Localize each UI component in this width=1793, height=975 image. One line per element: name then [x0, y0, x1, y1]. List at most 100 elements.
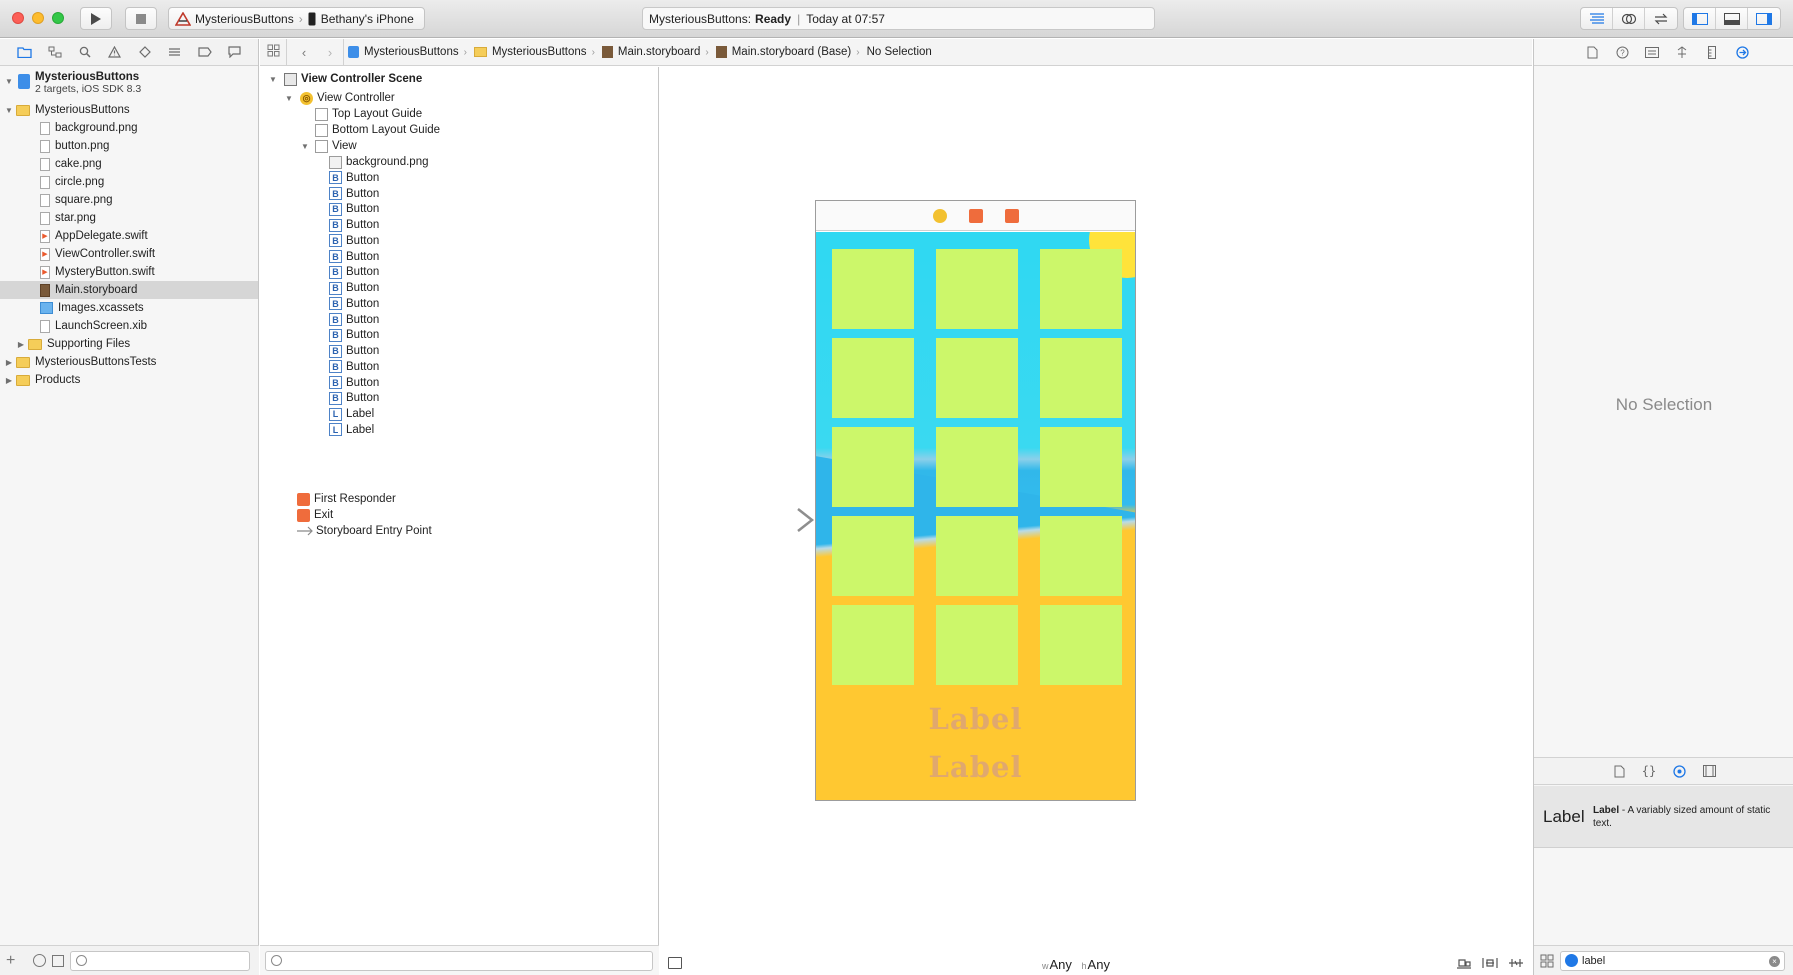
mystery-button-tile[interactable]	[1040, 338, 1122, 418]
mystery-button-tile[interactable]	[832, 427, 914, 507]
assistant-editor-button[interactable]	[1613, 8, 1645, 29]
related-items-icon[interactable]	[260, 44, 286, 60]
size-inspector-tab[interactable]	[1704, 44, 1720, 60]
project-root-row[interactable]: ▼ MysteriousButtons 2 targets, iOS SDK 8…	[0, 69, 258, 101]
navigator-item[interactable]: square.png	[0, 191, 258, 209]
exit-icon[interactable]	[1004, 208, 1019, 223]
issue-navigator-tab[interactable]	[106, 44, 123, 61]
outline-entry-point-row[interactable]: Storyboard Entry Point	[297, 522, 432, 540]
navigator-item[interactable]: ▼ MysteriousButtons	[0, 101, 258, 119]
mystery-button-tile[interactable]	[832, 605, 914, 685]
mystery-button-tile[interactable]	[936, 605, 1018, 685]
iphone-view[interactable]: Label Label	[816, 232, 1135, 800]
outline-toggle-icon[interactable]	[668, 957, 682, 969]
scheme-selector[interactable]: MysteriousButtons › Bethany's iPhone	[168, 7, 425, 30]
toggle-utilities-button[interactable]	[1748, 8, 1780, 29]
grid-view-icon[interactable]	[1540, 954, 1554, 968]
navigator-item[interactable]: circle.png	[0, 173, 258, 191]
add-icon[interactable]: +	[6, 952, 15, 970]
find-navigator-tab[interactable]	[76, 44, 93, 61]
outline-scene-row[interactable]: ▼ View Controller Scene	[268, 70, 422, 88]
library-item-label[interactable]: Label Label - A variably sized amount of…	[1534, 786, 1793, 848]
navigator-item[interactable]: cake.png	[0, 155, 258, 173]
attributes-inspector-tab[interactable]	[1674, 44, 1690, 60]
forward-arrow-icon[interactable]: ›	[317, 45, 343, 60]
mystery-button-tile[interactable]	[832, 516, 914, 596]
media-library-tab[interactable]	[1701, 763, 1717, 779]
navigator-item[interactable]: ▶ Supporting Files	[0, 335, 258, 353]
mystery-button-tile[interactable]	[832, 249, 914, 329]
navigator-item[interactable]: LaunchScreen.xib	[0, 317, 258, 335]
align-icon[interactable]	[1456, 957, 1472, 969]
resolve-issues-icon[interactable]	[1508, 957, 1524, 969]
disclosure-open-icon[interactable]: ▼	[4, 106, 14, 115]
clear-search-icon[interactable]: ×	[1769, 955, 1780, 967]
navigator-item[interactable]: Images.xcassets	[0, 299, 258, 317]
navigator-item[interactable]: ▶ MysteryButton.swift	[0, 263, 258, 281]
run-button[interactable]	[80, 7, 112, 30]
storyboard-entry-arrow[interactable]	[720, 507, 815, 533]
disclosure-open-icon[interactable]: ▼	[284, 94, 294, 103]
navigator-item[interactable]: ▶ MysteriousButtonsTests	[0, 353, 258, 371]
object-library-tab[interactable]	[1671, 763, 1687, 779]
disclosure-open-icon[interactable]: ▼	[300, 142, 310, 151]
mystery-button-tile[interactable]	[1040, 249, 1122, 329]
mystery-button-tile[interactable]	[936, 516, 1018, 596]
quick-help-tab[interactable]: ?	[1614, 44, 1630, 60]
source-control-filter-icon[interactable]	[52, 954, 65, 967]
breadcrumb-localization[interactable]: Main.storyboard (Base) ›	[715, 46, 867, 58]
storyboard-label-1[interactable]: Label	[816, 702, 1135, 736]
disclosure-closed-icon[interactable]: ▶	[16, 340, 26, 349]
file-template-library-tab[interactable]	[1611, 763, 1627, 779]
navigator-item[interactable]: ▶ Products	[0, 371, 258, 389]
code-snippet-library-tab[interactable]: {}	[1641, 763, 1657, 779]
navigator-item[interactable]: button.png	[0, 137, 258, 155]
breadcrumb-file[interactable]: Main.storyboard ›	[601, 46, 716, 58]
mystery-button-tile[interactable]	[832, 338, 914, 418]
recent-files-icon[interactable]	[33, 954, 47, 967]
toggle-navigator-button[interactable]	[1684, 8, 1716, 29]
navigator-item[interactable]: background.png	[0, 119, 258, 137]
breadcrumb-selection[interactable]: No Selection	[867, 46, 932, 58]
disclosure-closed-icon[interactable]: ▶	[4, 358, 14, 367]
breadcrumb-group[interactable]: MysteriousButtons ›	[473, 46, 602, 58]
close-window-button[interactable]	[12, 12, 24, 24]
library-search-input[interactable]: label ×	[1560, 950, 1785, 971]
navigator-item[interactable]: ▶ ViewController.swift	[0, 245, 258, 263]
debug-navigator-tab[interactable]	[166, 44, 183, 61]
file-inspector-tab[interactable]	[1584, 44, 1600, 60]
navigator-filter-input[interactable]	[70, 950, 251, 971]
connections-inspector-tab[interactable]	[1734, 44, 1750, 60]
stop-button[interactable]	[125, 7, 157, 30]
zoom-window-button[interactable]	[52, 12, 64, 24]
mystery-button-tile[interactable]	[936, 249, 1018, 329]
first-responder-icon[interactable]	[968, 208, 983, 223]
mystery-button-tile[interactable]	[1040, 516, 1122, 596]
report-navigator-tab[interactable]	[226, 44, 243, 61]
view-controller-scene[interactable]: Label Label	[815, 200, 1136, 801]
navigator-item[interactable]: ▶ AppDelegate.swift	[0, 227, 258, 245]
disclosure-open-icon[interactable]: ▼	[4, 77, 14, 86]
outline-filter-input[interactable]	[265, 950, 653, 971]
project-navigator-tab[interactable]	[16, 44, 33, 61]
back-arrow-icon[interactable]: ‹	[291, 45, 317, 60]
navigator-item[interactable]: star.png	[0, 209, 258, 227]
identity-inspector-tab[interactable]	[1644, 44, 1660, 60]
mystery-button-tile[interactable]	[936, 427, 1018, 507]
outline-label-row[interactable]: L Label	[329, 421, 374, 439]
storyboard-canvas[interactable]: Label Label wAny hAny	[660, 67, 1532, 975]
pin-icon[interactable]	[1482, 957, 1498, 969]
size-class-control[interactable]: wAny hAny	[1036, 957, 1110, 972]
toggle-debug-area-button[interactable]	[1716, 8, 1748, 29]
standard-editor-button[interactable]	[1581, 8, 1613, 29]
breakpoint-navigator-tab[interactable]	[196, 44, 213, 61]
storyboard-label-2[interactable]: Label	[816, 750, 1135, 784]
breadcrumb-project[interactable]: MysteriousButtons ›	[348, 46, 474, 58]
view-controller-icon[interactable]	[932, 208, 947, 223]
mystery-button-tile[interactable]	[1040, 605, 1122, 685]
disclosure-open-icon[interactable]: ▼	[268, 75, 278, 84]
navigator-item[interactable]: Main.storyboard	[0, 281, 258, 299]
disclosure-closed-icon[interactable]: ▶	[4, 376, 14, 385]
minimize-window-button[interactable]	[32, 12, 44, 24]
symbol-navigator-tab[interactable]	[46, 44, 63, 61]
